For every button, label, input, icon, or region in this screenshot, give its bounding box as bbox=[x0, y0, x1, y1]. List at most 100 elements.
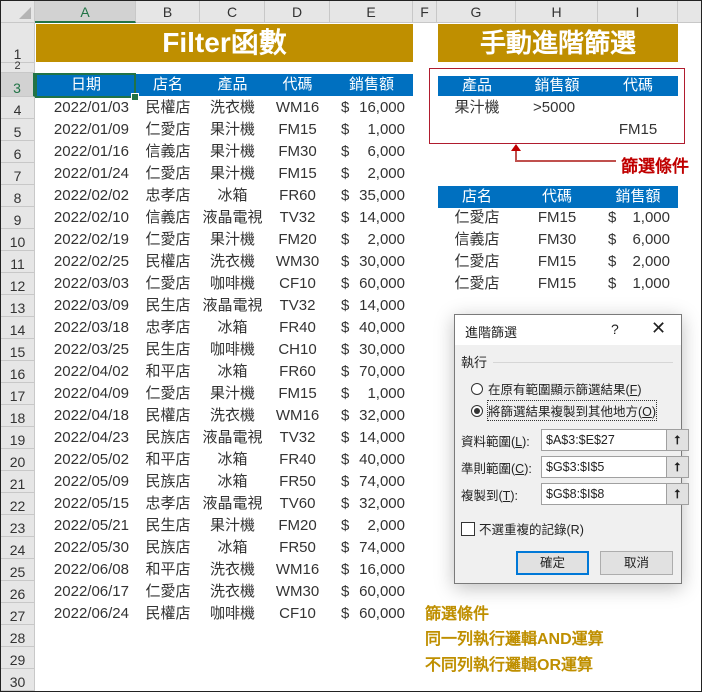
sales-value: 16,000 bbox=[359, 99, 405, 116]
criteria-cell[interactable] bbox=[533, 119, 603, 141]
row-header-9[interactable]: 9 bbox=[1, 207, 35, 229]
row-header-25[interactable]: 25 bbox=[1, 559, 35, 581]
dialog-title-bar[interactable]: 進階篩選 ? ✕ bbox=[455, 315, 681, 345]
result-sales-cell: $6,000 bbox=[608, 229, 670, 251]
list-range-label: 資料範圍(L): bbox=[461, 434, 530, 449]
row-header-2[interactable]: 2 bbox=[1, 61, 35, 73]
criteria-arrow-icon bbox=[511, 144, 616, 162]
sales-cell: $6,000 bbox=[341, 141, 405, 163]
row-header-6[interactable]: 6 bbox=[1, 141, 35, 163]
column-header-A[interactable]: A bbox=[35, 1, 136, 23]
sales-value: 2,000 bbox=[367, 231, 405, 248]
collapse-dialog-icon[interactable]: ⭡ bbox=[666, 484, 688, 504]
column-header-D[interactable]: D bbox=[265, 1, 330, 23]
unique-records-option[interactable]: 不選重複的記錄(R) bbox=[461, 519, 584, 538]
currency-symbol: $ bbox=[341, 121, 350, 138]
row-header-20[interactable]: 20 bbox=[1, 449, 35, 471]
column-header-blank[interactable] bbox=[678, 1, 701, 23]
row-header-8[interactable]: 8 bbox=[1, 185, 35, 207]
date-cell: 2022/04/09 bbox=[53, 385, 129, 402]
row-header-16[interactable]: 16 bbox=[1, 361, 35, 383]
collapse-dialog-icon[interactable]: ⭡ bbox=[666, 457, 688, 477]
sales-cell: $35,000 bbox=[341, 185, 405, 207]
criteria-cell[interactable]: >5000 bbox=[533, 97, 603, 119]
currency-symbol: $ bbox=[341, 561, 350, 578]
row-header-4[interactable]: 4 bbox=[1, 97, 35, 119]
row-header-10[interactable]: 10 bbox=[1, 229, 35, 251]
code-cell: FR50 bbox=[279, 539, 316, 556]
row-header-29[interactable]: 29 bbox=[1, 647, 35, 669]
copy-to-location-option[interactable]: 將篩選結果複製到其他地方(O) bbox=[471, 400, 658, 421]
criteria-range-row: 準則範圍(C): $G$3:$I$5 ⭡ bbox=[461, 456, 689, 478]
row-header-19[interactable]: 19 bbox=[1, 427, 35, 449]
ok-button[interactable]: 確定 bbox=[516, 551, 589, 575]
sales-value: 1,000 bbox=[367, 385, 405, 402]
date-cell: 2022/05/09 bbox=[53, 473, 129, 490]
currency-symbol: $ bbox=[341, 517, 350, 534]
row-header-22[interactable]: 22 bbox=[1, 493, 35, 515]
row-header-15[interactable]: 15 bbox=[1, 339, 35, 361]
row-header-14[interactable]: 14 bbox=[1, 317, 35, 339]
row-header-21[interactable]: 21 bbox=[1, 471, 35, 493]
row-header-27[interactable]: 27 bbox=[1, 603, 35, 625]
sales-value: 14,000 bbox=[359, 209, 405, 226]
row-header-18[interactable]: 18 bbox=[1, 405, 35, 427]
row-header-24[interactable]: 24 bbox=[1, 537, 35, 559]
row-header-13[interactable]: 13 bbox=[1, 295, 35, 317]
criteria-range-input[interactable]: $G$3:$I$5 ⭡ bbox=[541, 456, 689, 478]
product-cell: 冰箱 bbox=[217, 187, 248, 204]
copy-to-input[interactable]: $G$8:$I$8 ⭡ bbox=[541, 483, 689, 505]
column-header-F[interactable]: F bbox=[413, 1, 437, 23]
criteria-cell[interactable]: 果汁機 bbox=[438, 97, 516, 119]
radio-copy-to-location[interactable] bbox=[471, 404, 483, 417]
row-header-26[interactable]: 26 bbox=[1, 581, 35, 603]
sales-cell: $32,000 bbox=[341, 405, 405, 427]
cancel-button[interactable]: 取消 bbox=[600, 551, 673, 575]
row-header-12[interactable]: 12 bbox=[1, 273, 35, 295]
column-header-G[interactable]: G bbox=[437, 1, 516, 23]
product-cell: 果汁機 bbox=[209, 517, 255, 534]
column-header-C[interactable]: C bbox=[200, 1, 265, 23]
column-header-I[interactable]: I bbox=[598, 1, 678, 23]
radio-filter-in-place[interactable] bbox=[471, 382, 483, 395]
store-cell: 民生店 bbox=[145, 297, 191, 314]
store-cell: 民族店 bbox=[145, 539, 191, 556]
list-range-input[interactable]: $A$3:$E$27 ⭡ bbox=[541, 429, 689, 451]
code-cell: FM15 bbox=[278, 121, 317, 138]
row-header-11[interactable]: 11 bbox=[1, 251, 35, 273]
active-cell-A3[interactable] bbox=[35, 73, 139, 101]
help-button[interactable]: ? bbox=[611, 321, 619, 337]
note-line-1: 篩選條件 bbox=[425, 606, 490, 623]
sales-cell: $74,000 bbox=[341, 471, 405, 493]
row-header-23[interactable]: 23 bbox=[1, 515, 35, 537]
criteria-cell[interactable] bbox=[598, 97, 678, 119]
row-header-7[interactable]: 7 bbox=[1, 163, 35, 185]
currency-symbol: $ bbox=[341, 231, 350, 248]
product-cell: 冰箱 bbox=[217, 539, 248, 556]
code-cell: CH10 bbox=[278, 341, 317, 358]
row-header-5[interactable]: 5 bbox=[1, 119, 35, 141]
criteria-cell[interactable]: FM15 bbox=[598, 119, 678, 141]
product-cell: 果汁機 bbox=[209, 165, 255, 182]
filter-in-place-option[interactable]: 在原有範圍顯示篩選結果(F) bbox=[471, 379, 641, 398]
date-cell: 2022/01/24 bbox=[53, 165, 129, 182]
column-header-B[interactable]: B bbox=[136, 1, 200, 23]
result-store-cell: 仁愛店 bbox=[454, 253, 500, 270]
criteria-cell[interactable] bbox=[438, 119, 516, 141]
column-header-E[interactable]: E bbox=[330, 1, 413, 23]
row-header-1[interactable]: 1 bbox=[1, 23, 35, 63]
currency-symbol: $ bbox=[608, 275, 617, 292]
column-header-H[interactable]: H bbox=[516, 1, 598, 23]
close-icon[interactable]: ✕ bbox=[651, 318, 666, 339]
sales-cell: $40,000 bbox=[341, 449, 405, 471]
store-cell: 民生店 bbox=[145, 517, 191, 534]
sales-cell: $30,000 bbox=[341, 251, 405, 273]
row-header-17[interactable]: 17 bbox=[1, 383, 35, 405]
currency-symbol: $ bbox=[341, 253, 350, 270]
select-all-corner[interactable] bbox=[1, 1, 35, 23]
row-header-30[interactable]: 30 bbox=[1, 669, 35, 691]
row-header-28[interactable]: 28 bbox=[1, 625, 35, 647]
unique-records-checkbox[interactable] bbox=[461, 521, 475, 536]
row-header-3[interactable]: 3 bbox=[1, 73, 35, 97]
collapse-dialog-icon[interactable]: ⭡ bbox=[666, 430, 688, 450]
